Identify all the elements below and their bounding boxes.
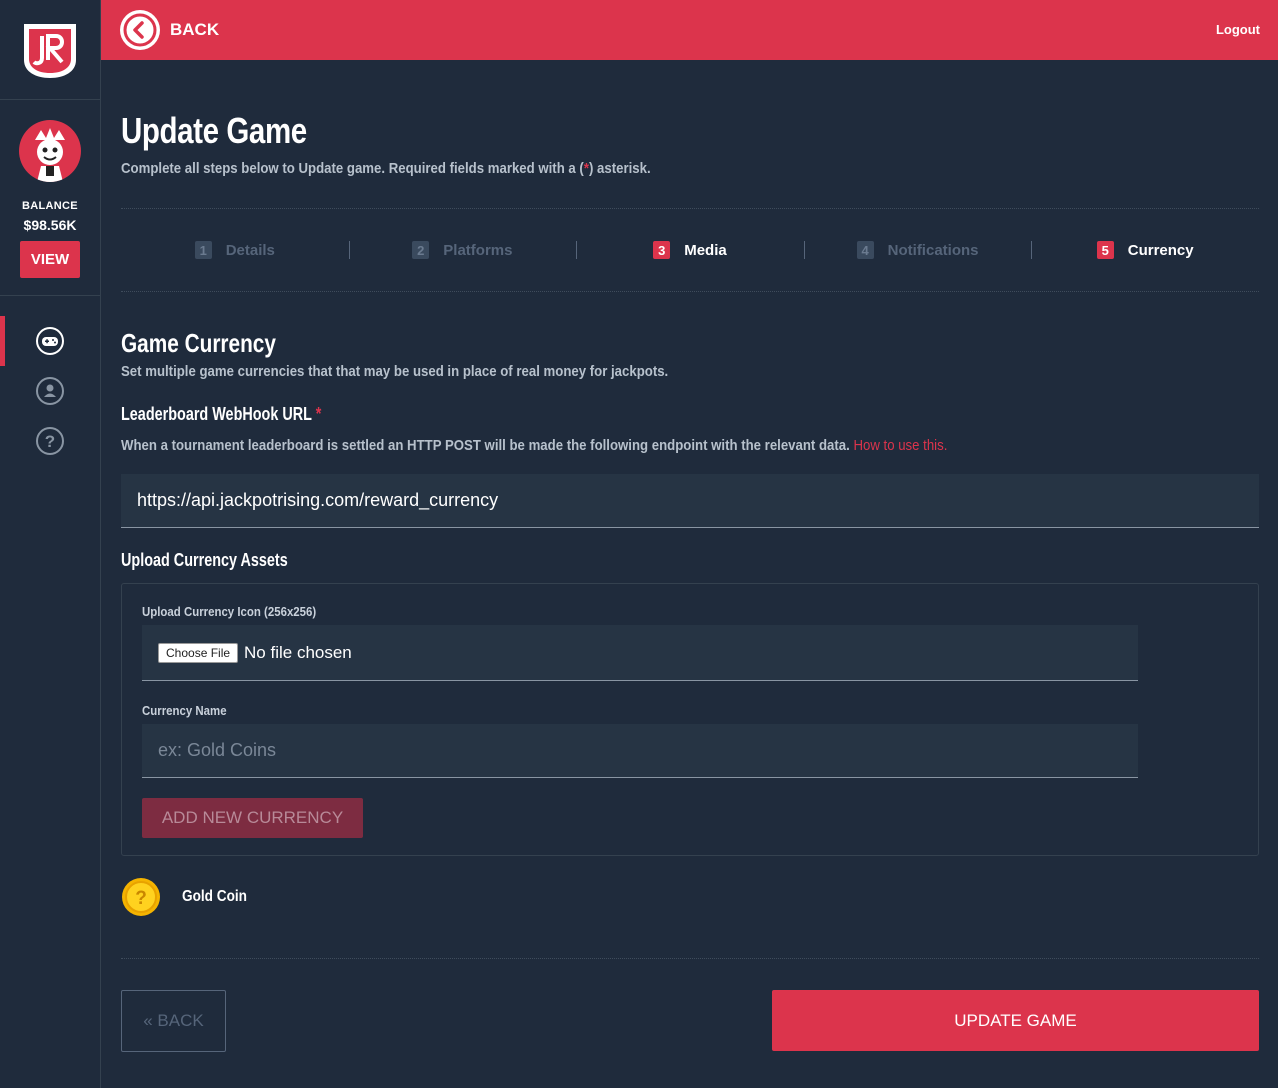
update-game-button[interactable]: UPDATE GAME	[772, 990, 1259, 1051]
back-link[interactable]: BACK	[170, 20, 219, 40]
currency-name: Gold Coin	[182, 888, 247, 905]
sidebar-item-profile[interactable]	[0, 366, 100, 416]
step-media[interactable]: 3 Media	[576, 241, 804, 259]
how-to-use-link[interactable]: How to use this.	[853, 437, 947, 454]
sidebar: BALANCE $98.56K VIEW ?	[0, 0, 101, 1088]
main-content: Update Game Complete all steps below to …	[121, 60, 1259, 1052]
stepper: 1 Details 2 Platforms 3 Media 4 Notification…	[121, 208, 1259, 292]
user-icon	[36, 377, 64, 405]
page-title: Update Game	[121, 110, 307, 151]
currency-list-item: ? Gold Coin	[121, 876, 1259, 918]
step-number: 5	[1096, 241, 1114, 259]
upload-assets-title: Upload Currency Assets	[121, 550, 288, 570]
sidebar-nav: ?	[0, 296, 100, 466]
back-circle-button[interactable]	[120, 10, 160, 50]
chevron-left-icon	[123, 13, 157, 47]
subtitle-text: Complete all steps below to Update game.…	[121, 160, 584, 177]
step-number: 4	[856, 241, 874, 259]
webhook-title-text: Leaderboard WebHook URL	[121, 404, 312, 424]
view-balance-button[interactable]: VIEW	[20, 241, 80, 278]
help-icon: ?	[36, 427, 64, 455]
step-label: Platforms	[443, 241, 513, 259]
step-number: 3	[653, 241, 671, 259]
sidebar-item-games[interactable]	[0, 316, 100, 366]
icon-upload-label: Upload Currency Icon (256x256)	[142, 604, 317, 619]
icon-file-field: Choose File No file chosen	[142, 625, 1138, 681]
subtitle-text-end: ) asterisk.	[588, 160, 651, 177]
svg-text:?: ?	[45, 432, 55, 451]
currency-name-input[interactable]	[142, 724, 1138, 778]
webhook-description-text: When a tournament leaderboard is settled…	[121, 437, 850, 454]
step-number: 1	[194, 241, 212, 259]
step-details[interactable]: 1 Details	[121, 241, 349, 259]
jester-avatar-icon	[35, 128, 65, 182]
gold-coin-icon: ?	[122, 878, 160, 916]
webhook-description: When a tournament leaderboard is settled…	[121, 437, 1122, 454]
step-notifications[interactable]: 4 Notifications	[803, 241, 1032, 259]
back-button[interactable]: « BACK	[121, 990, 226, 1052]
brand-logo-icon[interactable]	[20, 20, 80, 80]
top-bar: BACK Logout	[101, 0, 1278, 60]
step-label: Details	[225, 241, 275, 259]
logout-link[interactable]: Logout	[1216, 22, 1260, 37]
webhook-url-input[interactable]	[121, 474, 1259, 528]
currency-name-label: Currency Name	[142, 703, 227, 718]
profile-panel: BALANCE $98.56K VIEW	[0, 100, 100, 296]
step-platforms[interactable]: 2 Platforms	[348, 241, 577, 259]
add-currency-button[interactable]: ADD NEW CURRENCY	[142, 798, 363, 838]
required-asterisk: *	[315, 404, 322, 424]
step-label: Notifications	[887, 241, 979, 259]
step-number: 2	[412, 241, 430, 259]
logo-area	[0, 0, 100, 100]
balance-value: $98.56K	[23, 217, 77, 233]
step-label: Currency	[1127, 241, 1194, 259]
upload-assets-panel: Upload Currency Icon (256x256) Choose Fi…	[121, 583, 1259, 856]
form-footer: « BACK UPDATE GAME	[121, 958, 1259, 1052]
balance-label: BALANCE	[22, 200, 78, 212]
webhook-title: Leaderboard WebHook URL *	[121, 404, 1031, 425]
choose-file-button[interactable]: Choose File	[158, 642, 239, 663]
file-status: No file chosen	[244, 642, 352, 662]
step-currency[interactable]: 5 Currency	[1031, 241, 1259, 259]
svg-text:?: ?	[135, 888, 147, 909]
page-subtitle: Complete all steps below to Update game.…	[121, 160, 1122, 177]
section-description: Set multiple game currencies that that m…	[121, 363, 669, 380]
section-title: Game Currency	[121, 328, 276, 358]
gamepad-icon	[36, 327, 64, 355]
sidebar-item-help[interactable]: ?	[0, 416, 100, 466]
avatar[interactable]	[19, 120, 81, 182]
step-label: Media	[684, 241, 727, 259]
